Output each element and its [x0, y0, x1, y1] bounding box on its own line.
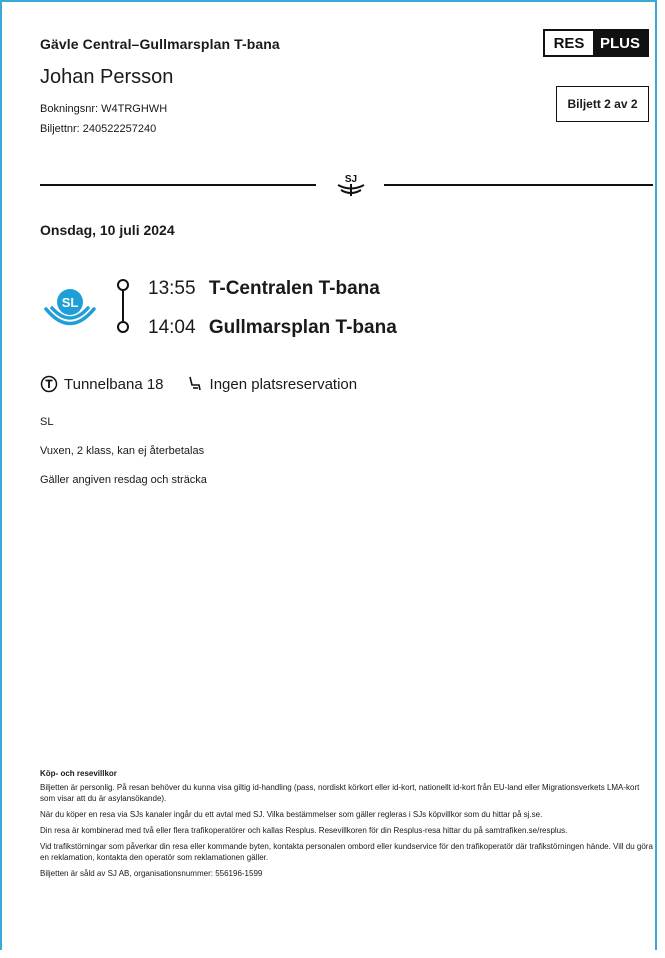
departure-row: 13:55 T-Centralen T-bana — [148, 278, 380, 300]
departure-time: 13:55 — [148, 278, 196, 299]
seat-info: Ingen platsreservation — [209, 375, 358, 393]
travel-date: Onsdag, 10 juli 2024 — [40, 222, 175, 238]
journey-timeline — [117, 279, 129, 333]
terms-paragraph: Din resa är kombinerad med två eller fle… — [40, 826, 568, 835]
operator-name: SL — [40, 416, 54, 428]
terms-paragraph: Biljetten är personlig. På resan behöver… — [40, 783, 640, 803]
terms-paragraph: Biljetten är såld av SJ AB, organisation… — [40, 869, 263, 878]
arrival-station: Gullmarsplan T-bana — [208, 317, 397, 338]
fare-type: Vuxen, 2 klass, kan ej återbetalas — [40, 445, 205, 457]
arrival-row: 14:04 Gullmarsplan T-bana — [148, 317, 397, 339]
resplus-res-text: RES — [545, 31, 593, 55]
metro-icon — [40, 375, 58, 393]
sl-logo-icon: SL — [44, 289, 96, 326]
departure-station: T-Centralen T-bana — [208, 278, 380, 299]
terms-paragraph: När du köper en resa via SJs kanaler ing… — [40, 810, 543, 819]
svg-text:SJ: SJ — [345, 174, 357, 185]
arrival-time: 14:04 — [148, 317, 196, 338]
seat-icon — [188, 376, 201, 391]
booking-number: Bokningsnr: W4TRGHWH — [40, 103, 168, 115]
ticket-page: Gävle Central–Gullmarsplan T-bana Johan … — [0, 0, 657, 950]
terms-heading: Köp- och resevillkor — [40, 769, 117, 778]
sj-logo-icon: SJ — [337, 174, 365, 196]
divider-left — [40, 184, 316, 186]
transport-info: Tunnelbana 18 Ingen platsreservation — [40, 375, 357, 393]
ticket-number: Biljettnr: 240522257240 — [40, 123, 157, 135]
divider-right — [384, 184, 653, 186]
svg-text:SL: SL — [62, 295, 79, 310]
route-title: Gävle Central–Gullmarsplan T-bana — [40, 36, 280, 52]
validity-text: Gäller angiven resdag och sträcka — [40, 474, 207, 486]
ticket-count-box: Biljett 2 av 2 — [556, 86, 649, 122]
line-name: Tunnelbana 18 — [64, 375, 164, 393]
passenger-name: Johan Persson — [40, 66, 174, 88]
resplus-plus-text: PLUS — [593, 31, 647, 55]
terms-paragraph: Vid trafikstörningar som påverkar din re… — [40, 842, 653, 862]
terms-section: Köp- och resevillkor Biljetten är person… — [40, 768, 654, 884]
resplus-logo: RES PLUS — [543, 29, 649, 57]
